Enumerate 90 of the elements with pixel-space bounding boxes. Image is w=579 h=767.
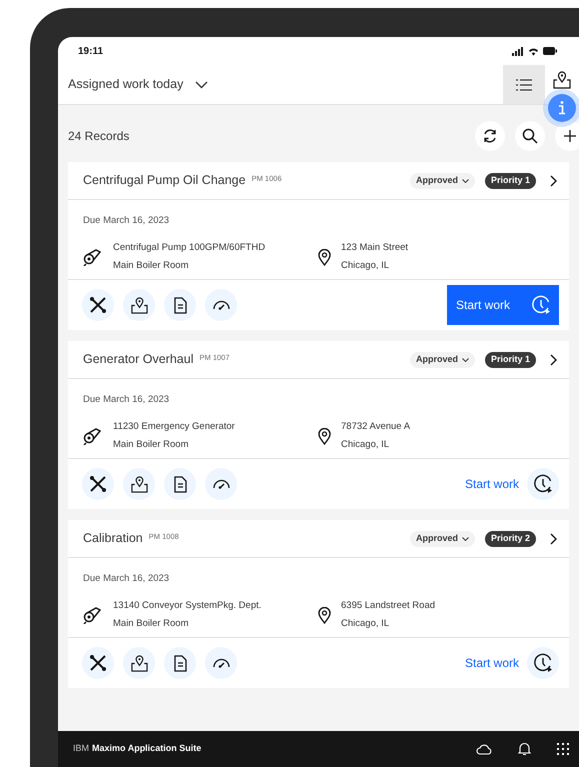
priority-tag: Priority 1 (484, 172, 536, 188)
work-order-title: Centrifugal Pump Oil Change (83, 172, 246, 190)
wifi-icon (528, 46, 539, 56)
view-selector-dropdown[interactable]: Assigned work today (58, 75, 208, 94)
clock-play-icon (533, 474, 553, 494)
document-icon (174, 476, 186, 492)
chevron-down-icon (195, 80, 208, 88)
clock-play-icon (533, 653, 553, 673)
tools-button[interactable] (82, 289, 114, 321)
document-icon (174, 296, 186, 314)
gauge-icon (212, 479, 230, 489)
map-pin-icon (130, 476, 148, 492)
location-pin-icon (318, 606, 331, 624)
due-date: Due March 16, 2023 (83, 393, 170, 407)
record-count: 24 Records (68, 128, 130, 145)
gauge-icon (212, 300, 230, 310)
product-name: IBM Maximo Application Suite (73, 742, 202, 756)
map-pin-icon (130, 296, 148, 314)
document-button[interactable] (164, 468, 196, 500)
battery-icon (543, 47, 557, 55)
map-button[interactable] (123, 647, 155, 679)
priority-tag: Priority 2 (484, 530, 536, 546)
detail-text: Chicago, IL (341, 438, 390, 452)
tools-icon (89, 296, 107, 314)
detail-text: Chicago, IL (341, 616, 390, 630)
tools-icon (89, 654, 107, 672)
open-details-button[interactable] (550, 532, 557, 544)
detail-text: Main Boiler Room (113, 258, 190, 272)
refresh-icon (482, 128, 498, 144)
map-button[interactable] (123, 468, 155, 500)
plus-icon (564, 130, 576, 142)
chevron-right-icon (550, 354, 557, 366)
status-dropdown[interactable]: Approved (410, 352, 475, 368)
open-details-button[interactable] (550, 174, 557, 186)
detail-text: Centrifugal Pump 100GPM/60FTHD (113, 241, 266, 256)
cloud-icon[interactable] (476, 744, 492, 754)
detail-text: 11230 Emergency Generator (113, 420, 235, 434)
chevron-down-icon (462, 358, 469, 362)
info-icon (558, 101, 566, 115)
work-order-title: Calibration (83, 530, 143, 548)
pump-icon (83, 427, 103, 445)
pump-icon (83, 248, 103, 266)
tools-button[interactable] (82, 468, 114, 500)
signal-icon (512, 46, 524, 56)
list-icon (516, 78, 532, 90)
search-icon (522, 128, 538, 144)
location-pin-icon (318, 428, 331, 444)
app-switcher-icon[interactable] (557, 743, 569, 755)
add-button[interactable] (555, 121, 579, 151)
document-icon (174, 654, 186, 672)
pump-icon (83, 606, 103, 624)
map-pin-icon (130, 654, 148, 672)
priority-tag: Priority 1 (484, 352, 536, 368)
detail-text: Main Boiler Room (113, 616, 190, 630)
meter-button[interactable] (205, 468, 237, 500)
location-pin-icon (318, 248, 331, 266)
list-view-tab[interactable] (503, 65, 545, 104)
chevron-right-icon (550, 174, 557, 186)
detail-text: 78732 Avenue A (341, 420, 410, 434)
meter-button[interactable] (205, 289, 237, 321)
detail-text: 123 Main Street (341, 241, 408, 256)
work-order-title: Generator Overhaul (83, 351, 194, 368)
search-button[interactable] (515, 121, 545, 151)
chevron-down-icon (462, 178, 469, 182)
due-date: Due March 16, 2023 (83, 214, 170, 228)
notification-bell-icon[interactable] (518, 742, 531, 756)
tools-icon (89, 475, 107, 493)
start-work-button[interactable]: Start work (464, 643, 559, 683)
clock-time: 19:11 (78, 44, 104, 58)
map-button[interactable] (123, 289, 155, 321)
document-button[interactable] (164, 289, 196, 321)
map-pin-icon (553, 71, 571, 89)
detail-text: 13140 Conveyor SystemPkg. Dept. (113, 599, 262, 614)
open-details-button[interactable] (550, 354, 557, 366)
due-date: Due March 16, 2023 (83, 572, 170, 586)
chevron-down-icon (462, 536, 469, 540)
status-dropdown[interactable]: Approved (410, 172, 475, 188)
chevron-right-icon (550, 532, 557, 544)
clock-play-icon (531, 295, 551, 315)
detail-text: Main Boiler Room (113, 438, 190, 452)
document-button[interactable] (164, 647, 196, 679)
detail-text: Chicago, IL (341, 258, 390, 272)
gauge-icon (212, 658, 230, 668)
meter-button[interactable] (205, 647, 237, 679)
refresh-button[interactable] (475, 121, 505, 151)
detail-text: 6395 Landstreet Road (341, 599, 436, 614)
tools-button[interactable] (82, 647, 114, 679)
start-work-button[interactable]: Start work (464, 464, 559, 504)
status-dropdown[interactable]: Approved (410, 530, 475, 546)
start-work-button[interactable]: Start work (447, 285, 559, 325)
